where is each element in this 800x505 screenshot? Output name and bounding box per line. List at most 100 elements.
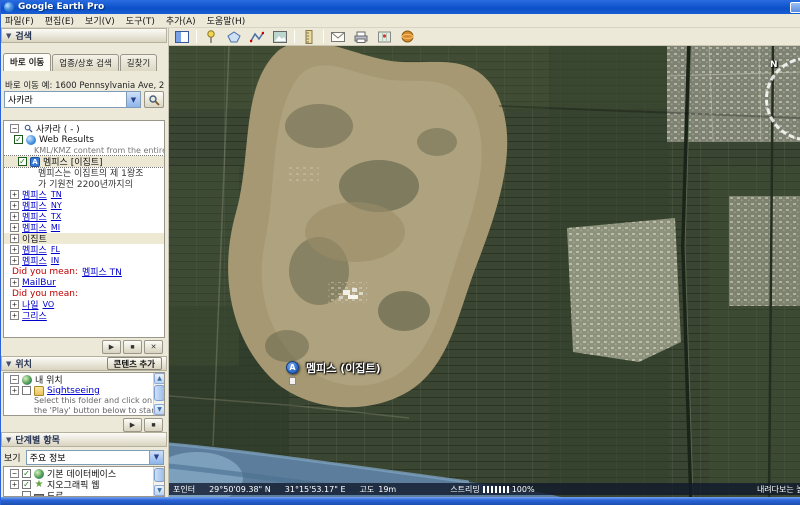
add-image-overlay-button[interactable] xyxy=(271,29,289,44)
places-rows-container: − 내 위치 + Sightseeing xyxy=(4,374,164,396)
places-row[interactable]: − 내 위치 xyxy=(4,374,164,386)
play-tour-button[interactable]: ▶ xyxy=(123,418,142,432)
search-input[interactable]: 사카라 ▼ xyxy=(4,91,141,108)
menu-item[interactable]: 도구(T) xyxy=(126,14,155,27)
menu-item[interactable]: 편집(E) xyxy=(45,14,74,27)
play-tour-button[interactable]: ▶ xyxy=(102,340,121,354)
stop-tour-button[interactable]: ■ xyxy=(123,340,142,354)
search-panel-header[interactable]: ▼ 검색 xyxy=(1,28,167,43)
map-toolbar xyxy=(169,28,800,46)
add-polygon-button[interactable] xyxy=(225,29,243,44)
placemark-marker[interactable]: A xyxy=(286,361,299,374)
expander-icon[interactable]: + xyxy=(10,256,19,265)
sky-globe-icon xyxy=(401,30,413,43)
placemark-a-icon: A xyxy=(30,156,40,167)
add-placemark-icon xyxy=(207,29,215,43)
expander-icon[interactable]: − xyxy=(10,469,19,478)
menu-item[interactable]: 도움말(H) xyxy=(207,14,246,27)
expander-icon[interactable]: + xyxy=(10,234,19,243)
title-bar[interactable]: Google Earth Pro xyxy=(1,0,800,14)
places-panel-title: 위치 xyxy=(15,360,32,370)
pointer-label: 포인터 xyxy=(173,484,196,494)
expander-icon[interactable]: + xyxy=(10,300,19,309)
result-suffix: FL xyxy=(50,245,60,254)
altitude-label: 고도 xyxy=(359,484,375,494)
expander-icon[interactable]: + xyxy=(10,212,19,221)
stop-tour-button[interactable]: ■ xyxy=(144,418,163,432)
add-path-button[interactable] xyxy=(248,29,266,44)
expander-icon[interactable]: + xyxy=(10,201,19,210)
sidebar-toggle-button[interactable] xyxy=(173,29,191,44)
search-result-row[interactable]: Did you mean: 멤피스 TN xyxy=(4,266,164,279)
ruler-button[interactable] xyxy=(300,29,318,44)
email-button[interactable] xyxy=(329,29,347,44)
menu-item[interactable]: 추가(A) xyxy=(166,14,196,27)
add-placemark-button[interactable] xyxy=(202,29,220,44)
layers-view-value: 주요 정보 xyxy=(29,453,66,464)
places-row-label[interactable]: Sightseeing xyxy=(47,386,100,396)
web-results-subtitle: KML/KMZ content from the entire Web xyxy=(34,146,165,155)
result-link[interactable]: MailBur xyxy=(22,278,56,288)
menu-item[interactable]: 파일(F) xyxy=(5,14,34,27)
layer-row[interactable]: +도로 xyxy=(4,490,164,496)
scroll-down-icon[interactable]: ▼ xyxy=(154,485,164,496)
tab-directions[interactable]: 길찾기 xyxy=(119,54,158,71)
expander-icon[interactable]: − xyxy=(10,375,19,384)
web-icon xyxy=(26,134,36,145)
expander-icon[interactable]: + xyxy=(10,278,19,287)
pointer-longitude: 31°15'53.17" E xyxy=(284,484,346,494)
tab-fly-to[interactable]: 바로 이동 xyxy=(3,53,52,71)
expander-icon[interactable]: + xyxy=(10,386,19,395)
checkbox-checked[interactable]: ✓ xyxy=(22,469,31,478)
scroll-down-icon[interactable]: ▼ xyxy=(154,404,164,415)
app-globe-icon xyxy=(4,2,14,12)
expander-icon[interactable]: + xyxy=(10,480,19,489)
placemark-label[interactable]: 멤피스 (이집트) xyxy=(306,360,381,376)
search-results-root-row[interactable]: − 사카라 ( - ) xyxy=(4,123,164,135)
altitude-value: 19m xyxy=(378,484,397,494)
search-result-row[interactable]: + 그리스 xyxy=(4,309,164,322)
checkbox-checked[interactable]: ✓ xyxy=(22,480,31,489)
layers-view-select[interactable]: 주요 정보 ▼ xyxy=(25,449,164,465)
result-suffix: MI xyxy=(50,223,61,232)
window-control-button[interactable] xyxy=(790,1,800,13)
satellite-imagery xyxy=(169,46,800,497)
expander-icon[interactable]: + xyxy=(10,311,19,320)
expander-icon[interactable]: + xyxy=(10,190,19,199)
search-button[interactable] xyxy=(144,91,164,108)
sidebar-toggle-icon xyxy=(175,30,189,43)
window-bottom-border xyxy=(1,497,800,505)
menu-item[interactable]: 보기(V) xyxy=(85,14,115,27)
checkbox-unchecked[interactable] xyxy=(22,386,31,395)
view-in-google-maps-button[interactable] xyxy=(375,29,393,44)
expander-icon[interactable]: + xyxy=(10,245,19,254)
places-list: − 내 위치 + Sightseeing Select this folder and… xyxy=(3,372,165,416)
layers-list: −✓기본 데이터베이스+✓★지오그래픽 웹+도로+미디어 갤러리 ▼ xyxy=(3,466,165,497)
add-content-button[interactable]: 콘텐츠 추가 xyxy=(106,357,162,370)
web-results-row[interactable]: ✓ Web Results xyxy=(4,134,164,145)
sky-button[interactable] xyxy=(398,29,416,44)
map-viewport[interactable]: N A 멤피스 (이집트) 포인터 29°50'09.38" N 31°15'5… xyxy=(169,46,800,497)
combo-dropdown-icon[interactable]: ▼ xyxy=(149,450,163,464)
clear-results-button[interactable]: ✕ xyxy=(144,340,163,354)
checkbox-checked[interactable]: ✓ xyxy=(18,157,27,166)
places-row-label: 내 위치 xyxy=(35,376,63,386)
layers-scrollbar[interactable]: ▼ xyxy=(153,467,164,496)
expander-icon[interactable]: − xyxy=(10,124,19,133)
layer-row[interactable]: + ✓ ★ 지오그래픽 웹 xyxy=(4,479,164,491)
placemark-sub-icon[interactable] xyxy=(289,377,296,385)
layers-panel-header[interactable]: ▼ 단계별 항목 xyxy=(1,432,167,447)
expander-icon[interactable]: + xyxy=(10,223,19,232)
places-panel-header[interactable]: ▼ 위치 콘텐츠 추가 xyxy=(1,356,167,371)
search-result-row[interactable]: + MailBur xyxy=(4,277,164,288)
result-suffix: TN xyxy=(50,190,62,199)
result-rows-container: + 멤피스 TN + 멤피스 NY + 멤피스 TX + 멤피스 MI + 이집트 + 멤피스 FL + 멤피스 IN… xyxy=(4,189,164,322)
combo-dropdown-icon[interactable]: ▼ xyxy=(126,92,140,107)
checkbox-checked[interactable]: ✓ xyxy=(14,135,23,144)
print-button[interactable] xyxy=(352,29,370,44)
result-link[interactable]: 그리스 xyxy=(22,309,47,322)
scroll-up-icon[interactable]: ▲ xyxy=(154,373,164,384)
tab-find-businesses[interactable]: 업종/상호 검색 xyxy=(52,54,119,71)
places-scrollbar[interactable]: ▲ ▼ xyxy=(153,373,164,415)
places-row[interactable]: + Sightseeing xyxy=(4,385,164,396)
